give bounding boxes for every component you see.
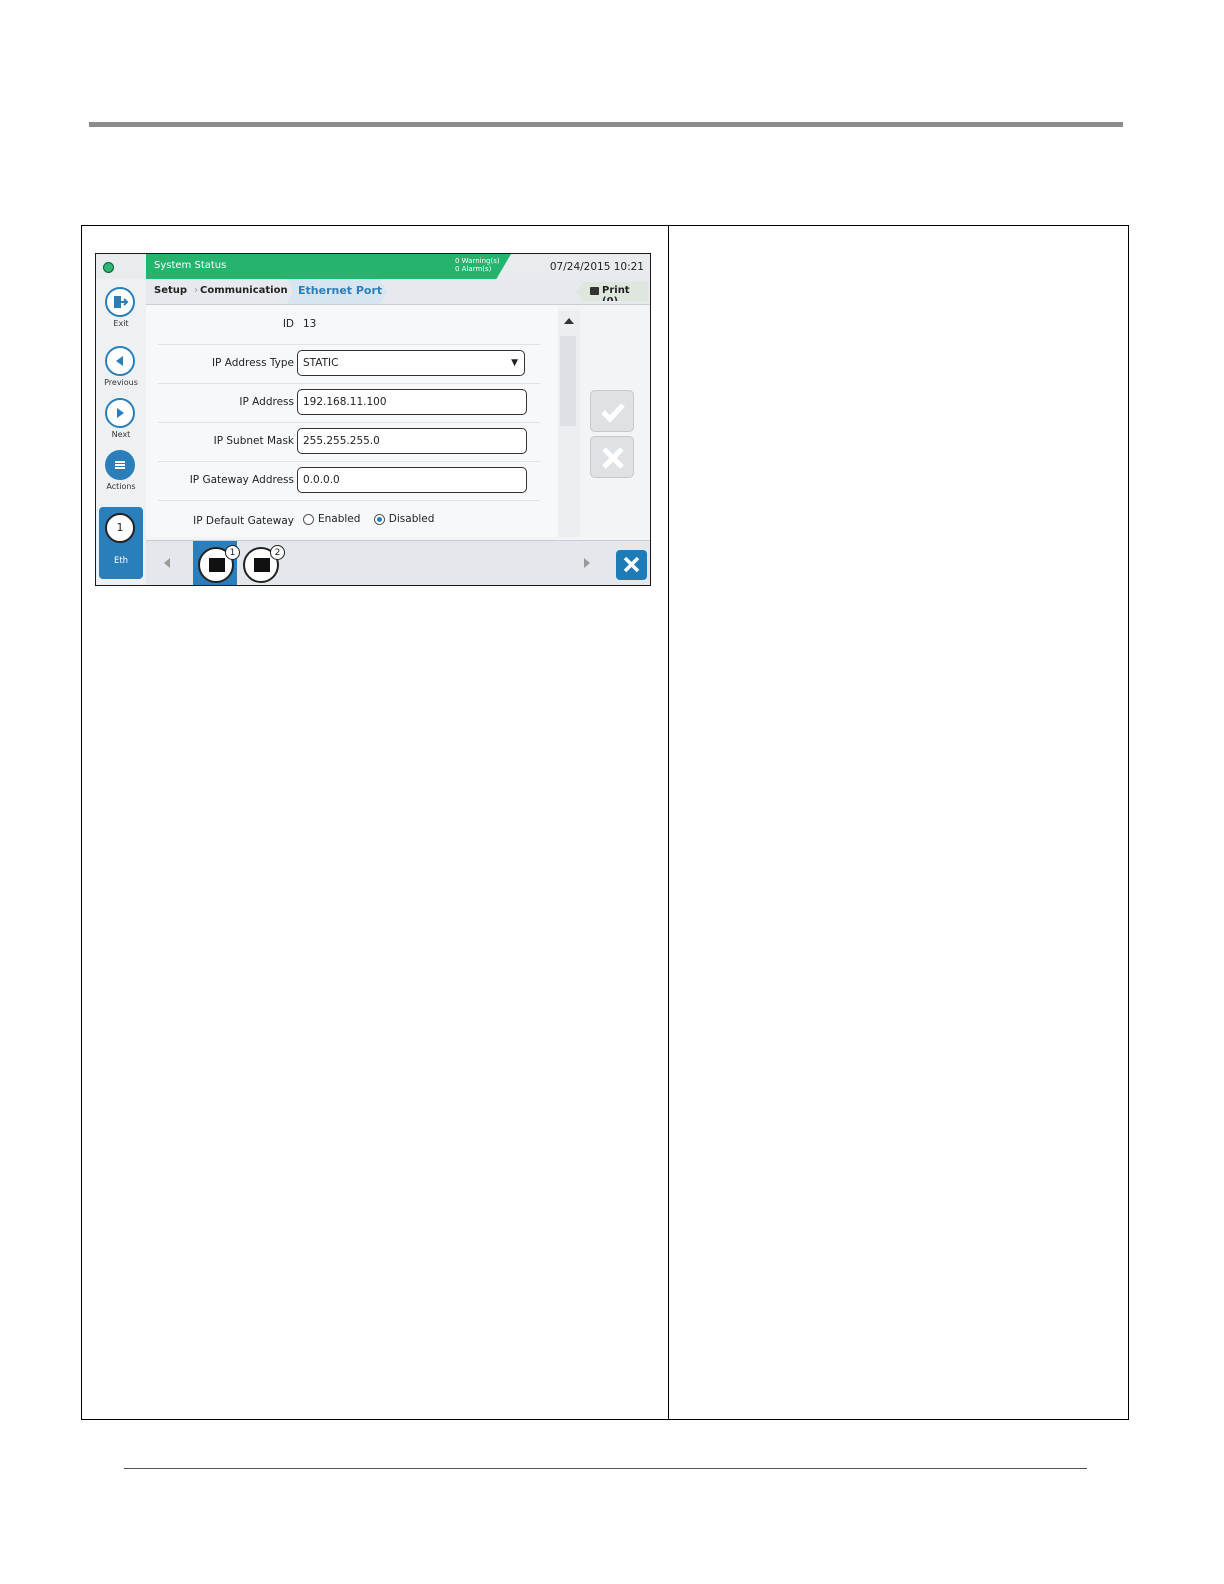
port-tab-1[interactable]: 1: [193, 541, 240, 585]
port-number-badge: 2: [270, 545, 285, 560]
eth-number-icon: 1: [105, 513, 135, 543]
status-indicator-icon: [103, 262, 114, 273]
disabled-label: Disabled: [388, 513, 435, 525]
alarm-count: 0 Alarm(s): [455, 265, 492, 273]
breadcrumb: Setup › Communication Ethernet Port Prin…: [146, 279, 650, 305]
scroll-up-icon[interactable]: [564, 318, 574, 324]
breadcrumb-ethernet-port[interactable]: Ethernet Port: [298, 284, 382, 297]
system-status-label: System Status: [154, 260, 227, 271]
default-gateway-row: IP Default Gateway Enabled Disabled: [158, 502, 540, 537]
exit-label: Exit: [113, 319, 129, 328]
eth-panel[interactable]: 1 Eth: [99, 507, 143, 579]
ip-type-select[interactable]: STATIC ▼: [297, 350, 525, 376]
table-column-divider: [668, 226, 669, 1419]
actions-label: Actions: [106, 482, 136, 491]
actions-menu-icon: [115, 461, 125, 469]
previous-icon: [116, 356, 123, 366]
chevron-down-icon: ▼: [511, 358, 518, 368]
subnet-label: IP Subnet Mask: [213, 435, 294, 447]
datetime: 07/24/2015 10:21: [549, 261, 644, 273]
previous-button[interactable]: [105, 346, 135, 376]
previous-label: Previous: [104, 378, 138, 387]
ethernet-jack-icon: [254, 558, 270, 572]
ip-address-label: IP Address: [239, 396, 294, 408]
breadcrumb-communication[interactable]: Communication: [200, 285, 288, 296]
breadcrumb-separator-icon: ›: [194, 285, 198, 296]
ethernet-port-icon: 2: [243, 545, 285, 583]
disabled-radio[interactable]: [373, 513, 385, 525]
print-button[interactable]: Print (0): [576, 282, 648, 301]
default-gateway-radios: Enabled Disabled: [303, 513, 444, 525]
close-screen-button[interactable]: [616, 550, 647, 580]
id-label: ID: [282, 318, 294, 330]
accept-button[interactable]: [590, 390, 634, 432]
next-label: Next: [111, 430, 131, 439]
exit-button[interactable]: [105, 287, 135, 317]
footer-rule: [124, 1468, 1087, 1469]
sidebar: Exit Previous Next Actions 1 Eth: [96, 279, 146, 585]
scroll-thumb[interactable]: [560, 336, 576, 426]
id-value: 13: [303, 318, 317, 330]
actions-button[interactable]: [105, 450, 135, 480]
subnet-row: IP Subnet Mask 255.255.255.0: [158, 422, 540, 462]
exit-icon: [114, 296, 129, 308]
ethernet-port-icon: 1: [198, 545, 240, 583]
close-icon: [602, 447, 624, 469]
warning-count: 0 Warning(s): [455, 257, 500, 265]
ip-type-row: IP Address Type STATIC ▼: [158, 344, 540, 384]
printer-icon: [590, 287, 599, 295]
next-button[interactable]: [105, 398, 135, 428]
gateway-row: IP Gateway Address 0.0.0.0: [158, 461, 540, 501]
scrollbar[interactable]: [558, 310, 580, 537]
ethernet-form: ID 13 IP Address Type STATIC ▼ IP Addres…: [146, 305, 558, 537]
ip-type-label: IP Address Type: [211, 357, 294, 369]
close-icon: [623, 556, 640, 573]
scroll-left-icon[interactable]: [164, 558, 170, 568]
gateway-address-field[interactable]: 0.0.0.0: [297, 467, 527, 493]
port-tabs-bar: 1 2: [146, 540, 650, 585]
header-rule: [89, 122, 1123, 127]
enabled-label: Enabled: [318, 513, 361, 525]
breadcrumb-setup[interactable]: Setup: [154, 285, 187, 296]
ip-address-row: IP Address 192.168.11.100: [158, 383, 540, 423]
ethernet-jack-icon: [209, 558, 225, 572]
print-label: Print (0): [602, 285, 630, 307]
id-row: ID 13: [158, 305, 540, 345]
scroll-right-icon[interactable]: [584, 558, 590, 568]
checkmark-icon: [601, 403, 625, 423]
ip-address-field[interactable]: 192.168.11.100: [297, 389, 527, 415]
eth-label: Eth: [113, 556, 129, 566]
alert-counts: 0 Warning(s) 0 Alarm(s): [455, 257, 500, 273]
next-icon: [117, 408, 124, 418]
subnet-mask-field[interactable]: 255.255.255.0: [297, 428, 527, 454]
port-tab-2[interactable]: 2: [238, 541, 285, 585]
document-table: System Status 0 Warning(s) 0 Alarm(s) 07…: [81, 225, 1129, 1420]
default-gateway-label: IP Default Gateway: [193, 515, 294, 527]
cancel-button[interactable]: [590, 436, 634, 478]
system-status-button[interactable]: System Status 0 Warning(s) 0 Alarm(s): [146, 254, 511, 279]
screenshot: System Status 0 Warning(s) 0 Alarm(s) 07…: [95, 253, 651, 586]
status-bar: System Status 0 Warning(s) 0 Alarm(s) 07…: [96, 254, 650, 279]
ip-type-value: STATIC: [303, 357, 339, 369]
gateway-label: IP Gateway Address: [189, 474, 294, 486]
enabled-radio[interactable]: [303, 513, 314, 525]
